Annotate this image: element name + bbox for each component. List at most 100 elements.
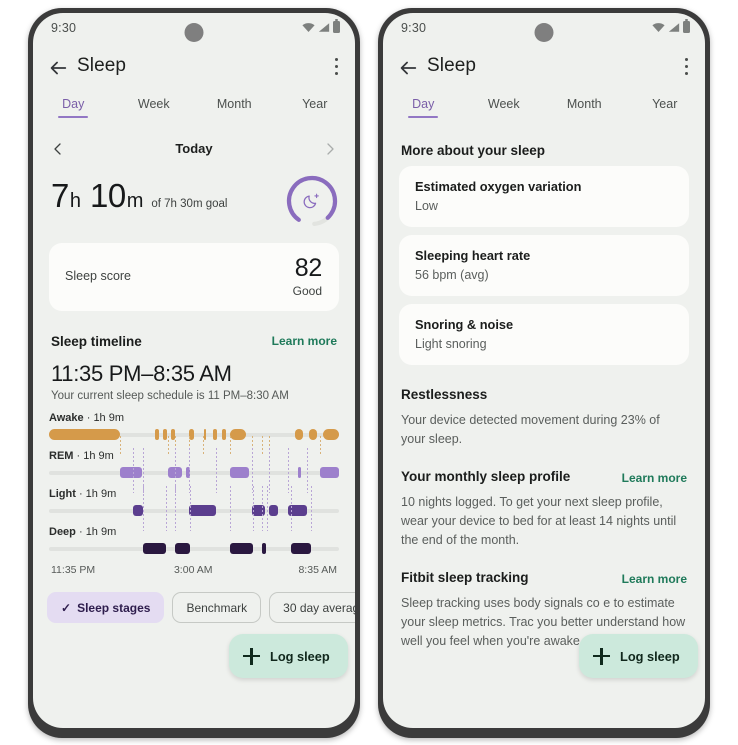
duration-hours: 7 xyxy=(51,177,69,214)
block-monthly-profile: Your monthly sleep profile Learn more 10… xyxy=(401,469,687,550)
cellular-icon xyxy=(318,22,330,32)
chip-30-day-average-label: 30 day average xyxy=(283,600,355,615)
status-icons xyxy=(302,19,340,33)
battery-icon xyxy=(333,19,340,33)
more-vertical-icon[interactable] xyxy=(685,58,689,78)
app-bar-right: Sleep xyxy=(383,47,705,91)
status-time-right: 9:30 xyxy=(401,21,427,35)
stage-row-rem: REM · 1h 9m xyxy=(49,448,339,493)
stage-label-rem: REM · 1h 9m xyxy=(49,450,114,462)
sleep-score-label: Sleep score xyxy=(65,269,132,283)
info-card-oxygen-value: Low xyxy=(415,199,438,213)
info-card-snoring-title: Snoring & noise xyxy=(415,317,514,332)
log-sleep-fab-right[interactable]: Log sleep xyxy=(579,634,698,678)
stage-track-rem xyxy=(49,448,339,493)
battery-icon xyxy=(683,19,690,33)
log-sleep-label-right: Log sleep xyxy=(620,648,680,664)
chip-benchmark-label: Benchmark xyxy=(186,600,248,615)
chip-benchmark[interactable]: Benchmark xyxy=(172,592,262,623)
status-icons-right xyxy=(652,19,690,33)
info-card-heart-rate-value: 56 bpm (avg) xyxy=(415,268,489,282)
info-card-oxygen[interactable]: Estimated oxygen variation Low xyxy=(399,166,689,227)
duration-goal-text: of 7h 30m goal xyxy=(151,198,228,210)
back-arrow-icon[interactable] xyxy=(47,57,69,79)
page-title-right: Sleep xyxy=(427,55,477,76)
duration-hours-unit: h xyxy=(69,190,81,212)
axis-label-start: 11:35 PM xyxy=(51,564,96,576)
more-vertical-icon[interactable] xyxy=(335,58,339,78)
tab-day[interactable]: Day xyxy=(383,97,464,118)
phone-right: 9:30 Sleep Day Week Month Year More abou… xyxy=(378,8,710,738)
status-bar-right: 9:30 xyxy=(383,13,705,47)
plus-icon xyxy=(593,647,610,665)
back-arrow-icon[interactable] xyxy=(397,57,419,79)
axis-label-end: 8:35 AM xyxy=(298,564,337,576)
sleep-duration-row: 7 h 10 m of 7h 30m goal xyxy=(33,175,355,239)
status-time: 9:30 xyxy=(51,21,77,35)
tab-year[interactable]: Year xyxy=(275,97,356,118)
info-card-oxygen-title: Estimated oxygen variation xyxy=(415,179,582,194)
block-restlessness-body: Your device detected movement during 23%… xyxy=(401,413,660,446)
camera-punch-hole-right xyxy=(534,23,554,42)
log-sleep-fab[interactable]: Log sleep xyxy=(229,634,348,678)
sleep-score-value: 82 xyxy=(294,254,323,282)
monthly-profile-learn-more-link[interactable]: Learn more xyxy=(622,471,687,485)
app-bar-left: Sleep xyxy=(33,47,355,91)
duration-minutes-unit: m xyxy=(126,190,144,212)
stage-label-light: Light · 1h 9m xyxy=(49,488,117,500)
info-card-snoring-value: Light snoring xyxy=(415,337,487,351)
tab-day[interactable]: Day xyxy=(33,97,114,118)
wifi-icon xyxy=(302,22,315,32)
block-monthly-profile-body: 10 nights logged. To get your next sleep… xyxy=(401,495,677,547)
plus-icon xyxy=(243,647,260,665)
stage-track-deep xyxy=(49,542,339,555)
day-navigator: Today xyxy=(33,135,355,167)
camera-punch-hole xyxy=(184,23,204,42)
status-bar-left: 9:30 xyxy=(33,13,355,47)
duration-minutes: 10 xyxy=(89,177,126,214)
timeline-learn-more-link[interactable]: Learn more xyxy=(272,334,337,348)
stage-row-deep: Deep · 1h 9m xyxy=(49,526,339,555)
timeline-filter-chips: ✓ Sleep stages Benchmark 30 day average xyxy=(47,592,355,623)
sleep-stage-chart: Awake · 1h 9m REM · 1h 9m Light · 1h 9m … xyxy=(49,412,339,555)
sleep-timeline-title: Sleep timeline xyxy=(51,334,142,349)
info-card-heart-rate[interactable]: Sleeping heart rate 56 bpm (avg) xyxy=(399,235,689,296)
sleep-score-card[interactable]: Sleep score 82 Good xyxy=(49,243,339,311)
chip-sleep-stages-label: Sleep stages xyxy=(77,600,151,615)
info-card-heart-rate-title: Sleeping heart rate xyxy=(415,248,531,263)
fitbit-tracking-learn-more-link[interactable]: Learn more xyxy=(622,572,687,586)
wifi-icon xyxy=(652,22,665,32)
period-tabs-left: Day Week Month Year xyxy=(33,91,355,135)
period-tabs-right: Day Week Month Year xyxy=(383,91,705,135)
screen-left: 9:30 Sleep Day Week Month Year Today 7 h… xyxy=(33,13,355,728)
info-card-snoring[interactable]: Snoring & noise Light snoring xyxy=(399,304,689,365)
sleep-schedule: Your current sleep schedule is 11 PM–8:3… xyxy=(51,390,289,402)
axis-label-mid: 3:00 AM xyxy=(173,564,213,576)
screen-right: 9:30 Sleep Day Week Month Year More abou… xyxy=(383,13,705,728)
tab-year[interactable]: Year xyxy=(625,97,706,118)
stage-label-deep: Deep · 1h 9m xyxy=(49,526,117,538)
moon-icon xyxy=(303,193,319,209)
phone-left: 9:30 Sleep Day Week Month Year Today 7 h… xyxy=(28,8,360,738)
tab-week[interactable]: Week xyxy=(464,97,545,118)
chevron-right-icon[interactable] xyxy=(323,142,337,156)
tab-month[interactable]: Month xyxy=(544,97,625,118)
check-icon: ✓ xyxy=(61,600,72,615)
more-about-sleep-title: More about your sleep xyxy=(401,143,546,158)
block-restlessness: Restlessness Your device detected moveme… xyxy=(401,387,687,449)
sleep-timeline-header: Sleep timeline Learn more xyxy=(51,333,337,353)
screenshot-stage: 9:30 Sleep Day Week Month Year Today 7 h… xyxy=(0,0,738,745)
stage-track-awake xyxy=(49,428,339,455)
tab-week[interactable]: Week xyxy=(114,97,195,118)
log-sleep-label: Log sleep xyxy=(270,648,330,664)
tab-month[interactable]: Month xyxy=(194,97,275,118)
cellular-icon xyxy=(668,22,680,32)
chip-30-day-average[interactable]: 30 day average xyxy=(269,592,355,623)
stage-track-light xyxy=(49,486,339,531)
chip-sleep-stages[interactable]: ✓ Sleep stages xyxy=(47,592,165,623)
sleep-range: 11:35 PM–8:35 AM xyxy=(51,361,232,386)
timeline-axis: 11:35 PM 3:00 AM 8:35 AM xyxy=(51,564,337,580)
stage-row-awake: Awake · 1h 9m xyxy=(49,412,339,455)
sleep-score-quality: Good xyxy=(292,284,322,298)
stage-row-light: Light · 1h 9m xyxy=(49,486,339,531)
